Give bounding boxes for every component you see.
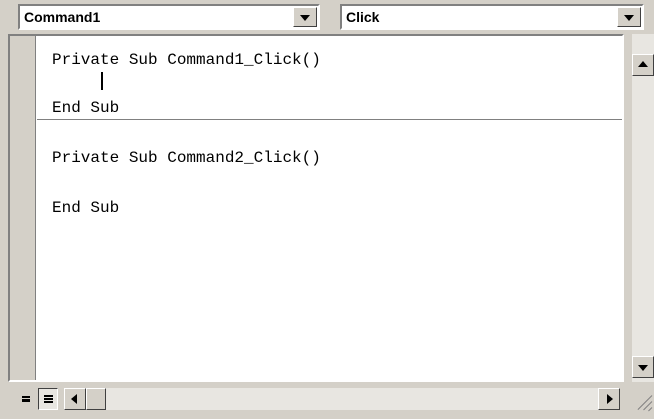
object-combo[interactable]: Command1 <box>18 4 320 30</box>
arrow-left-icon <box>71 394 77 404</box>
arrow-up-icon <box>638 61 648 67</box>
object-combo-dropdown-button[interactable] <box>293 7 317 27</box>
procedure-combo-dropdown-button[interactable] <box>617 7 641 27</box>
code-editor[interactable]: Private Sub Command1_Click() End Sub Pri… <box>8 34 624 382</box>
resize-grip-icon[interactable] <box>630 391 653 413</box>
code-window: Command1 Click Private Sub Command1_Clic… <box>0 0 654 419</box>
horizontal-scrollbar[interactable] <box>64 388 620 410</box>
chevron-down-icon <box>300 15 310 21</box>
code-area[interactable]: Private Sub Command1_Click() End Sub Pri… <box>37 36 622 380</box>
text-caret <box>101 72 103 90</box>
arrow-right-icon <box>607 394 613 404</box>
procedure-combo[interactable]: Click <box>340 4 644 30</box>
code-line: Private Sub Command2_Click() <box>52 149 321 167</box>
scroll-left-button[interactable] <box>64 388 86 410</box>
vertical-scrollbar[interactable] <box>632 34 654 382</box>
arrow-down-icon <box>638 365 648 371</box>
scroll-right-button[interactable] <box>598 388 620 410</box>
horizontal-scroll-thumb[interactable] <box>86 388 106 410</box>
full-module-view-button[interactable] <box>38 388 58 410</box>
code-line: Private Sub Command1_Click() <box>52 51 321 69</box>
bottom-bar <box>0 384 654 419</box>
chevron-down-icon <box>624 15 634 21</box>
object-combo-value: Command1 <box>24 9 101 25</box>
procedure-view-icon <box>22 396 30 402</box>
procedure-view-button[interactable] <box>20 388 38 410</box>
code-line: End Sub <box>52 99 120 117</box>
code-line: End Sub <box>52 199 120 217</box>
scroll-down-button[interactable] <box>632 356 654 378</box>
procedure-combo-value: Click <box>346 9 380 25</box>
procedure-separator <box>37 119 622 120</box>
full-module-view-icon <box>44 395 53 403</box>
scroll-up-button[interactable] <box>632 54 654 76</box>
margin-indicator-bar[interactable] <box>10 36 36 380</box>
